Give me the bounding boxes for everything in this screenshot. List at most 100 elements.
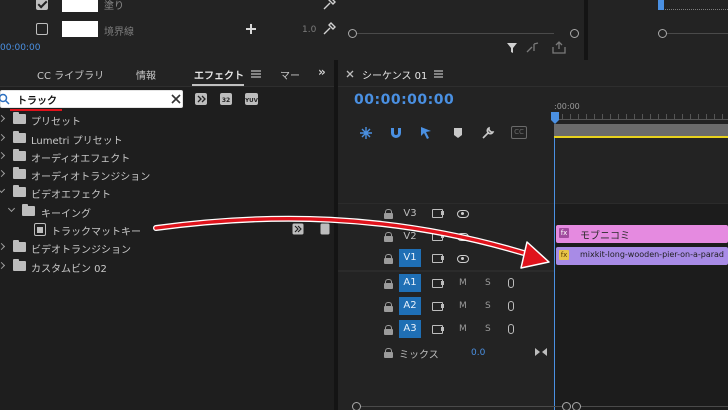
mix-volume-value[interactable]: 0.0 [471,348,485,358]
timeline-menu-icon[interactable] [434,70,443,78]
tab-info[interactable]: 情報 [136,67,156,82]
sync-lock-icon[interactable] [432,302,444,311]
sync-lock-film-icon[interactable] [432,209,444,218]
nest-sequence-icon[interactable] [359,126,373,140]
tab-effects[interactable]: エフェクト [194,67,244,82]
track-a1[interactable]: A1 M S [338,273,554,295]
snap-magnet-icon[interactable] [389,126,403,140]
track-a3[interactable]: A3 M S [338,319,554,341]
filter-icon[interactable] [506,42,518,54]
overflow-chevron-icon[interactable]: » [318,65,326,79]
32bit-effects-icon[interactable]: 32 [219,92,233,106]
clear-search-icon[interactable] [171,94,181,104]
lock-icon[interactable] [384,325,393,335]
tree-item-track-matte-key[interactable]: トラックマットキー [0,221,334,239]
scroll-handle[interactable] [572,402,581,410]
tree-item-audio-effects[interactable]: オーディオエフェクト [0,148,334,166]
mute-button[interactable]: M [459,278,467,288]
microphone-icon[interactable] [508,301,514,311]
audio-icon[interactable] [526,42,540,54]
chevron-down-icon[interactable] [7,204,16,213]
track-a2[interactable]: A2 M S [338,296,554,318]
track-label-v3[interactable]: V3 [399,205,421,223]
lock-icon[interactable] [384,279,393,289]
close-icon[interactable] [346,70,354,78]
microphone-icon[interactable] [508,324,514,334]
sequence-tab-title[interactable]: シーケンス 01 [362,67,427,82]
fill-eyedropper-icon[interactable] [322,0,336,11]
accelerated-effects-icon[interactable] [194,92,208,106]
eye-icon[interactable] [457,233,469,241]
effects-search-box[interactable] [0,90,183,108]
lock-icon[interactable] [384,232,393,242]
captions-icon[interactable]: CC [511,126,527,139]
stroke-color-swatch[interactable] [62,21,98,37]
eye-icon[interactable] [457,255,469,263]
fill-checkbox[interactable] [36,0,48,10]
solo-button[interactable]: S [485,301,491,311]
chevron-right-icon[interactable] [0,169,6,178]
scroll-handle[interactable] [658,29,667,38]
tab-markers[interactable]: マー [280,67,300,82]
chevron-right-icon[interactable] [0,261,6,270]
stroke-eyedropper-icon[interactable] [322,22,336,36]
tree-item-video-transitions[interactable]: ビデオトランジション [0,239,334,257]
panel-menu-icon[interactable] [251,70,261,78]
add-marker-icon[interactable] [451,126,465,140]
scroll-handle-right[interactable] [570,29,579,38]
fill-color-swatch[interactable] [62,0,98,12]
chevron-down-icon[interactable] [0,185,6,194]
scroll-handle-left[interactable] [352,402,361,410]
scroll-handle-right[interactable] [562,402,571,410]
chevron-right-icon[interactable] [0,133,6,142]
track-v3[interactable]: V3 [338,203,554,225]
solo-button[interactable]: S [485,278,491,288]
playhead-marker-icon[interactable] [551,112,559,124]
playhead-line[interactable] [554,138,555,410]
lock-icon[interactable] [384,209,393,219]
playhead-timecode[interactable]: 00:00:00:00 [354,92,454,108]
yuv-effects-icon[interactable]: YUV [244,92,259,106]
stroke-width-value[interactable]: 1.0 [302,25,316,35]
linked-selection-icon[interactable] [420,126,434,140]
track-mix[interactable]: ミックス 0.0 [338,342,554,364]
tree-item-video-effects[interactable]: ビデオエフェクト [0,184,334,202]
left-timecode[interactable]: 00:00:00 [0,43,40,53]
playhead-indicator[interactable] [658,0,664,10]
tree-item-lumetri-presets[interactable]: Lumetri プリセット [0,130,334,148]
sync-lock-film-icon[interactable] [432,232,444,241]
chevron-right-icon[interactable] [0,242,6,251]
clip-v1-video[interactable]: fx mixkit-long-wooden-pier-on-a-parad [556,247,728,265]
sync-lock-icon[interactable] [432,279,444,288]
track-label-v2[interactable]: V2 [399,228,421,246]
chevron-right-icon[interactable] [0,151,6,160]
chevron-right-icon[interactable] [0,114,6,123]
eye-icon[interactable] [457,210,469,218]
export-icon[interactable] [552,41,566,54]
track-label-a3[interactable]: A3 [399,320,421,338]
scroll-handle-left[interactable] [348,29,357,38]
track-label-a2[interactable]: A2 [399,297,421,315]
track-label-a1[interactable]: A1 [399,274,421,292]
sync-lock-film-icon[interactable] [432,254,444,263]
work-area-bar[interactable] [554,124,728,136]
tree-item-presets[interactable]: プリセット [0,111,334,129]
lock-icon[interactable] [384,254,393,264]
tree-item-keying[interactable]: キーイング [0,203,334,221]
plus-icon[interactable] [245,23,257,35]
go-to-end-icon[interactable] [535,347,547,357]
time-ruler[interactable]: :00:00 [551,102,728,138]
stroke-checkbox[interactable] [36,23,48,35]
track-label-v1[interactable]: V1 [399,249,421,267]
tree-item-audio-transitions[interactable]: オーディオトランジション [0,166,334,184]
sync-lock-icon[interactable] [432,325,444,334]
tree-item-custom-bin-02[interactable]: カスタムビン 02 [0,258,334,276]
lock-icon[interactable] [384,302,393,312]
clip-v2-graphic[interactable]: fx モブニコミ [556,225,728,243]
solo-button[interactable]: S [485,324,491,334]
tab-cc-libraries[interactable]: CC ライブラリ [37,67,104,82]
track-v1[interactable]: V1 [338,248,554,270]
timeline-settings-wrench-icon[interactable] [481,126,495,140]
search-input[interactable] [17,92,162,106]
microphone-icon[interactable] [508,278,514,288]
